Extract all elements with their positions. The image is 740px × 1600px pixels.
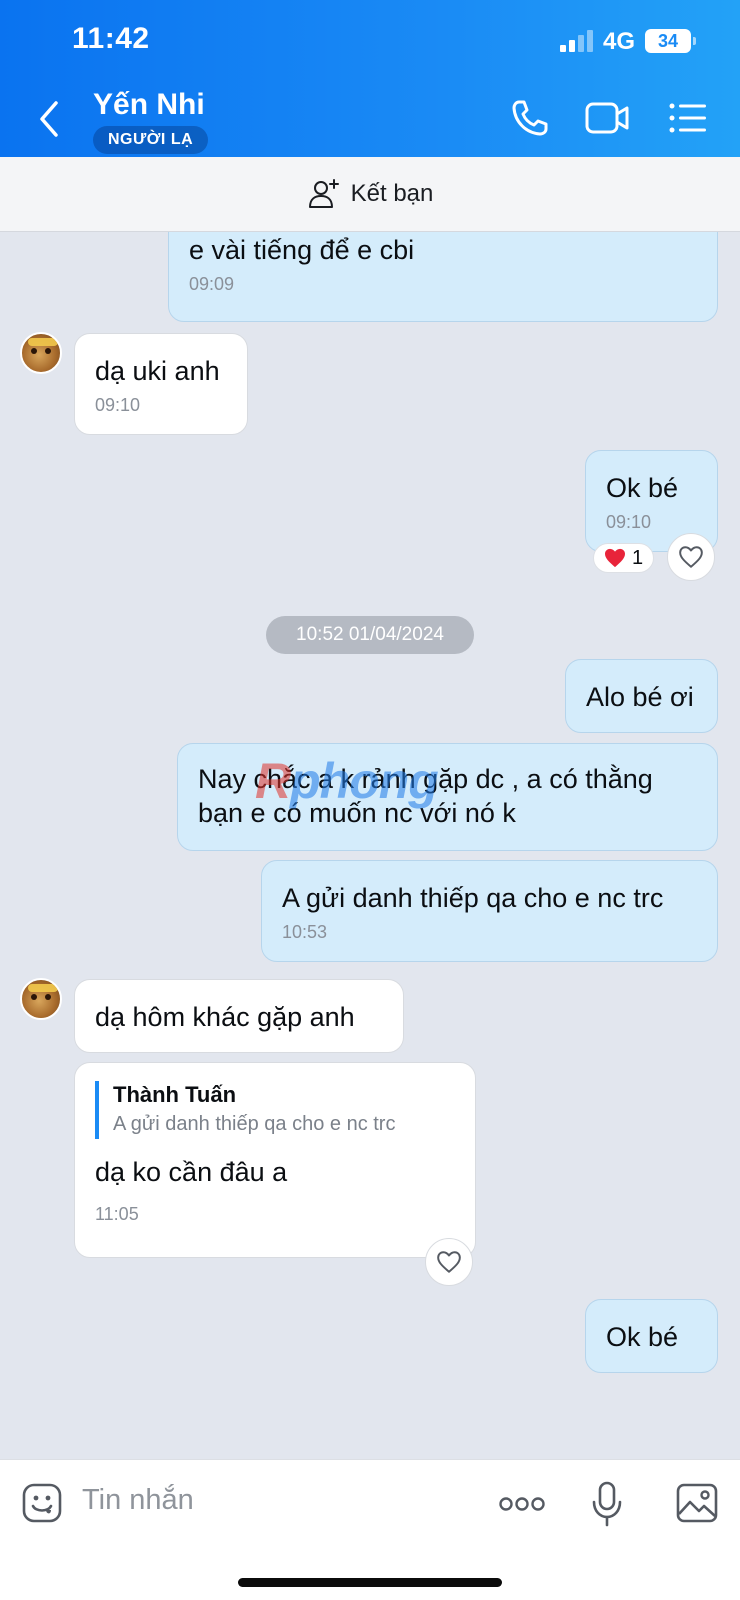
quoted-text: A gửi danh thiếp qa cho e nc trc bbox=[113, 1113, 396, 1135]
more-icon bbox=[499, 1497, 545, 1511]
back-button[interactable] bbox=[30, 95, 70, 145]
quoted-message[interactable]: Thành Tuấn A gửi danh thiếp qa cho e nc … bbox=[95, 1081, 455, 1139]
message-input[interactable]: Tin nhắn bbox=[82, 1484, 194, 1517]
message-text: dạ uki anh bbox=[95, 356, 220, 386]
heart-outline-icon bbox=[437, 1251, 461, 1273]
phone-icon bbox=[512, 100, 548, 136]
chat-header: 11:42 4G 34 Yến Nhi NGƯỜI LẠ bbox=[0, 0, 740, 157]
message-text: Ok bé bbox=[606, 1322, 679, 1352]
contact-avatar[interactable] bbox=[20, 978, 62, 1020]
add-friend-bar[interactable]: Kết bạn bbox=[0, 157, 740, 232]
reaction-count: 1 bbox=[632, 546, 644, 569]
message-bubble-outgoing[interactable]: A gửi danh thiếp qa cho e nc trc 10:53 bbox=[261, 860, 718, 962]
message-text: e vài tiếng để e cbi bbox=[189, 235, 415, 265]
add-friend-icon bbox=[308, 179, 339, 208]
heart-reaction-icon bbox=[605, 548, 625, 568]
date-separator: 10:52 01/04/2024 bbox=[266, 616, 474, 654]
contact-avatar[interactable] bbox=[20, 332, 62, 374]
menu-list-icon bbox=[669, 103, 706, 133]
image-icon bbox=[676, 1483, 718, 1523]
message-time: 09:09 bbox=[189, 274, 235, 294]
message-bubble-incoming[interactable]: dạ hôm khác gặp anh bbox=[74, 979, 404, 1053]
message-bubble-outgoing[interactable]: Alo bé ơi bbox=[565, 659, 718, 733]
signal-icon bbox=[560, 30, 594, 52]
message-text: Alo bé ơi bbox=[586, 682, 694, 712]
react-button[interactable] bbox=[425, 1238, 473, 1286]
voice-button[interactable] bbox=[590, 1480, 624, 1528]
message-bubble-incoming[interactable]: dạ uki anh 09:10 bbox=[74, 333, 248, 435]
battery-icon: 34 bbox=[645, 29, 696, 53]
chat-area[interactable]: e vài tiếng để e cbi 09:09 dạ uki anh 09… bbox=[0, 232, 740, 1459]
chat-options-button[interactable] bbox=[668, 96, 708, 140]
message-text: dạ ko cần đâu a bbox=[95, 1157, 288, 1187]
heart-outline-icon bbox=[679, 546, 703, 568]
message-text: A gửi danh thiếp qa cho e nc trc bbox=[282, 883, 664, 913]
video-call-button[interactable] bbox=[584, 96, 630, 140]
message-time: 09:10 bbox=[606, 512, 652, 532]
home-indicator bbox=[238, 1578, 502, 1587]
more-button[interactable] bbox=[498, 1492, 546, 1516]
message-bubble-outgoing[interactable]: Ok bé bbox=[585, 1299, 718, 1373]
message-text: dạ hôm khác gặp anh bbox=[95, 1002, 355, 1032]
network-label: 4G bbox=[603, 28, 636, 55]
status-time: 11:42 bbox=[72, 22, 150, 55]
message-time: 11:05 bbox=[95, 1204, 139, 1224]
reaction-badge[interactable]: 1 bbox=[593, 543, 655, 573]
video-call-icon bbox=[585, 102, 629, 134]
stranger-badge: NGƯỜI LẠ bbox=[93, 126, 209, 154]
message-bubble-outgoing[interactable]: Nay chắc a k rảnh gặp dc , a có thằng bạ… bbox=[177, 743, 718, 851]
quoted-author: Thành Tuấn bbox=[113, 1082, 237, 1107]
sticker-button[interactable] bbox=[22, 1482, 62, 1524]
message-bubble-outgoing[interactable]: e vài tiếng để e cbi 09:09 bbox=[168, 232, 718, 322]
sticker-icon bbox=[22, 1483, 62, 1523]
message-input-bar: Tin nhắn bbox=[0, 1459, 740, 1600]
contact-name[interactable]: Yến Nhi bbox=[93, 88, 205, 122]
message-time: 09:10 bbox=[95, 395, 141, 415]
add-friend-label: Kết bạn bbox=[350, 180, 434, 207]
message-text: Nay chắc a k rảnh gặp dc , a có thằng bạ… bbox=[198, 764, 653, 828]
message-time: 10:53 bbox=[282, 922, 328, 942]
microphone-icon bbox=[592, 1481, 622, 1527]
message-bubble-incoming-reply[interactable]: Thành Tuấn A gửi danh thiếp qa cho e nc … bbox=[74, 1062, 476, 1258]
react-button[interactable] bbox=[667, 533, 715, 581]
message-text: Ok bé bbox=[606, 473, 679, 503]
call-button[interactable] bbox=[508, 96, 552, 140]
image-button[interactable] bbox=[675, 1482, 719, 1524]
back-icon bbox=[40, 101, 58, 137]
